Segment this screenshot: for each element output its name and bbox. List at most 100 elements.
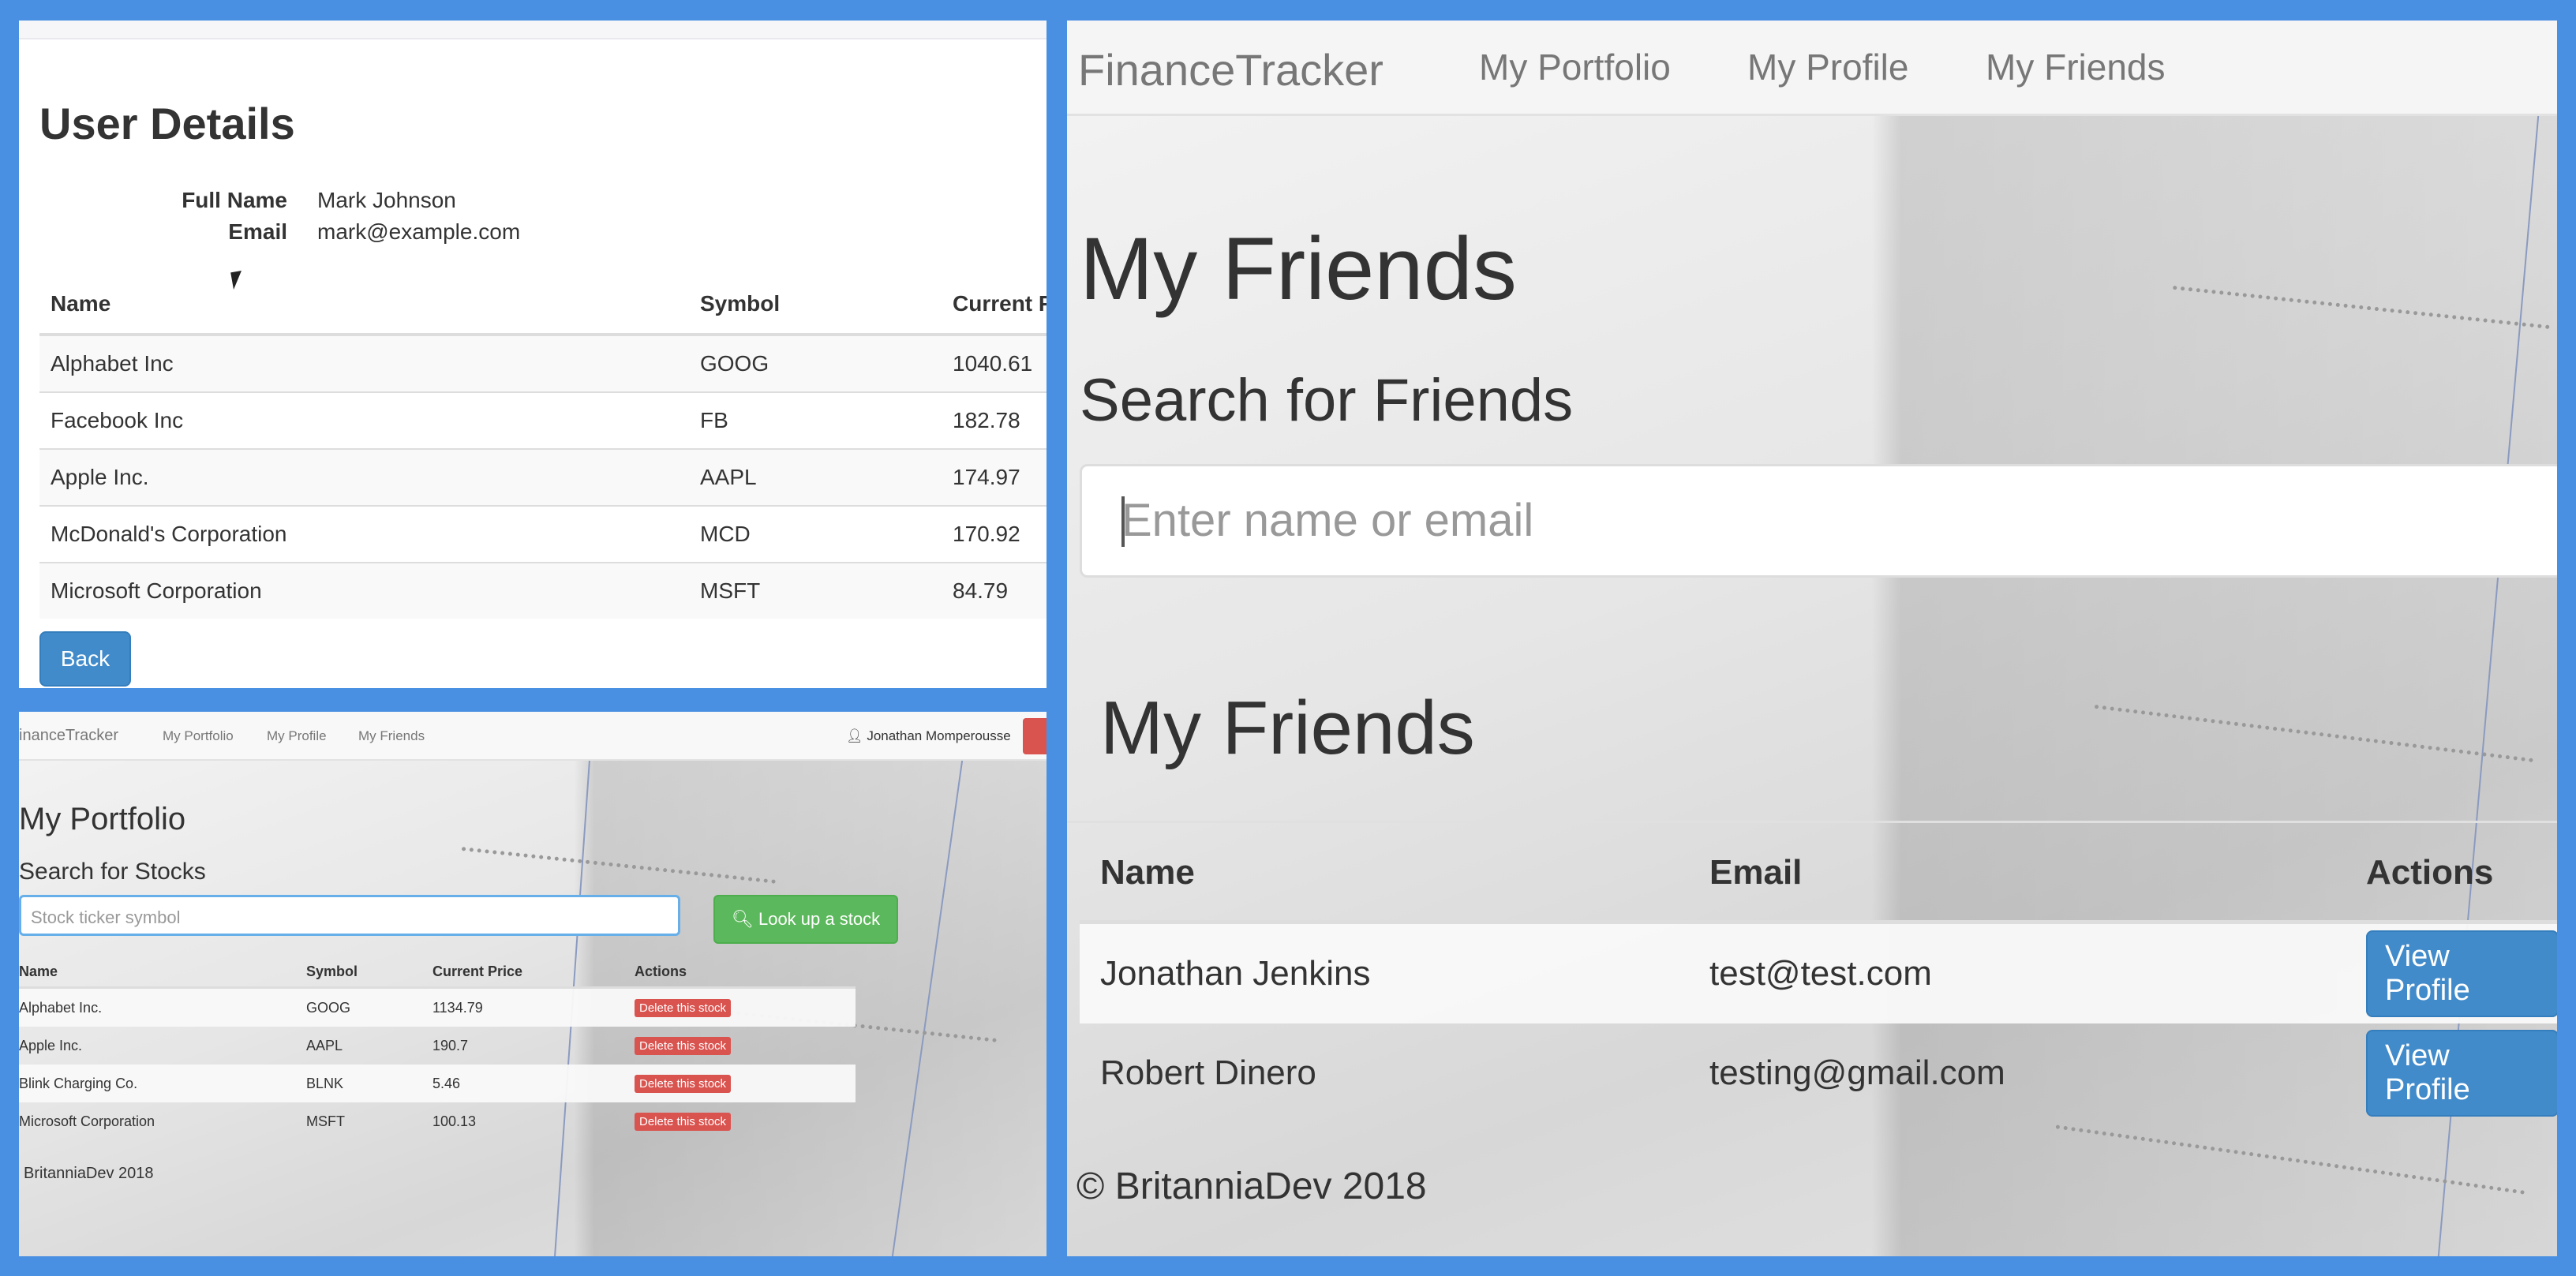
stock-symbol: AAPL	[689, 448, 942, 506]
table-row: Apple Inc. AAPL 174.97	[39, 448, 1046, 506]
friend-name: Robert Dinero	[1100, 1053, 1316, 1092]
email-label: Email	[228, 219, 287, 244]
stock-symbol: BLNK	[306, 1065, 432, 1102]
stock-name: Alphabet Inc.	[19, 987, 306, 1027]
friends-list-title: My Friends	[1100, 686, 1475, 770]
portfolio-panel: inanceTracker My Portfolio My Profile My…	[19, 712, 1046, 1256]
lookup-label: Look up a stock	[758, 909, 881, 929]
friends-panel: FinanceTracker My Portfolio My Profile M…	[1067, 21, 2557, 1256]
page-title: User Details	[39, 99, 295, 148]
table-row: Microsoft Corporation MSFT 84.79	[39, 562, 1046, 619]
paper-dots	[2173, 285, 2550, 330]
page-title: My Friends	[1080, 219, 1517, 318]
search-title: Search for Friends	[1080, 367, 1574, 434]
table-row: McDonald's Corporation MCD 170.92	[39, 505, 1046, 563]
paper-dots	[461, 847, 777, 884]
friend-email: testing@gmail.com	[1709, 1053, 2005, 1092]
stock-price: 170.92	[942, 505, 1046, 563]
top-divider	[19, 21, 1046, 39]
user-menu[interactable]: 👤︎ Jonathan Momperousse	[846, 728, 1011, 744]
table-row: Alphabet Inc. GOOG 1134.79 Delete this s…	[19, 987, 856, 1027]
stocks-table: Name Symbol Current P Alphabet Inc GOOG …	[39, 275, 1046, 619]
stock-search-input[interactable]: Stock ticker symbol	[19, 895, 680, 936]
full-name-label: Full Name	[182, 188, 287, 212]
friend-name: Jonathan Jenkins	[1080, 922, 1689, 1023]
view-profile-button[interactable]: View Profile	[2366, 930, 2557, 1017]
stock-name: McDonald's Corporation	[39, 505, 689, 563]
column-header-name: Name	[1080, 825, 1689, 924]
stock-name: Apple Inc.	[19, 1037, 83, 1053]
stock-price: 174.97	[942, 448, 1046, 506]
delete-stock-button[interactable]: Delete this stock	[635, 1036, 732, 1055]
table-row: Alphabet Inc GOOG 1040.61	[39, 334, 1046, 392]
table-header-row: Name Email Actions	[1080, 825, 2557, 924]
back-button[interactable]: Back	[39, 631, 131, 687]
stock-price: 5.46	[432, 1065, 635, 1102]
logout-button[interactable]	[1023, 718, 1046, 754]
stock-price: 1134.79	[432, 987, 635, 1027]
stock-name: Microsoft Corporation	[19, 1113, 155, 1129]
paper-dots	[2094, 704, 2534, 763]
user-name: Jonathan Momperousse	[867, 728, 1011, 743]
view-profile-button[interactable]: View Profile	[2366, 1030, 2557, 1117]
footer-text: BritanniaDev 2018	[24, 1165, 154, 1182]
brand-link[interactable]: inanceTracker	[19, 727, 118, 745]
column-header-actions: Actions	[635, 956, 856, 989]
delete-stock-button[interactable]: Delete this stock	[635, 998, 732, 1017]
column-header-symbol: Symbol	[689, 275, 942, 336]
lookup-button[interactable]: 🔍︎ Look up a stock	[713, 895, 898, 944]
stock-symbol: FB	[689, 391, 942, 449]
table-row: Robert Dinero testing@gmail.com View Pro…	[1080, 1023, 2557, 1123]
search-title: Search for Stocks	[19, 859, 206, 885]
stock-price: 84.79	[942, 562, 1046, 619]
column-header-price: Current P	[942, 275, 1046, 336]
navbar: inanceTracker My Portfolio My Profile My…	[19, 712, 1046, 761]
divider	[1067, 821, 2557, 823]
friend-email: test@test.com	[1689, 922, 2346, 1023]
navbar: FinanceTracker My Portfolio My Profile M…	[1067, 21, 2557, 116]
user-details-panel: User Details Full Name Mark Johnson Emai…	[19, 21, 1046, 688]
nav-link-friends[interactable]: My Friends	[1986, 46, 2165, 88]
column-header-symbol: Symbol	[306, 956, 432, 989]
email-value: mark@example.com	[317, 219, 521, 244]
column-header-actions: Actions	[2346, 825, 2557, 924]
full-name-value: Mark Johnson	[317, 188, 456, 212]
stock-name: Apple Inc.	[39, 448, 689, 506]
nav-link-portfolio[interactable]: My Portfolio	[1479, 46, 1671, 88]
friend-search-input[interactable]: Enter name or email	[1080, 464, 2557, 578]
table-header-row: Name Symbol Current P	[39, 275, 1046, 336]
stock-price: 182.78	[942, 391, 1046, 449]
paper-line	[891, 761, 964, 1256]
column-header-name: Name	[19, 956, 306, 989]
column-header-email: Email	[1689, 825, 2346, 924]
nav-link-friends[interactable]: My Friends	[358, 728, 425, 744]
stock-symbol: AAPL	[306, 1037, 343, 1053]
column-header-name: Name	[39, 275, 689, 336]
stock-symbol: MSFT	[689, 562, 942, 619]
stock-price: 190.7	[432, 1037, 469, 1053]
search-icon: 🔍︎	[731, 909, 754, 929]
nav-link-portfolio[interactable]: My Portfolio	[163, 728, 234, 744]
table-row: Microsoft Corporation MSFT 100.13 Delete…	[19, 1102, 856, 1140]
table-header-row: Name Symbol Current Price Actions	[19, 956, 856, 989]
brand-link[interactable]: FinanceTracker	[1078, 44, 1383, 95]
footer-text: © BritanniaDev 2018	[1076, 1166, 1427, 1207]
stock-symbol: GOOG	[306, 987, 432, 1027]
nav-link-profile[interactable]: My Profile	[1747, 46, 1908, 88]
stock-symbol: MCD	[689, 505, 942, 563]
stock-symbol: MSFT	[306, 1113, 345, 1129]
paper-dots	[2055, 1124, 2525, 1195]
stock-price: 1040.61	[942, 334, 1046, 392]
delete-stock-button[interactable]: Delete this stock	[635, 1074, 732, 1093]
delete-stock-button[interactable]: Delete this stock	[635, 1112, 732, 1131]
stock-name: Facebook Inc	[39, 391, 689, 449]
table-row: Apple Inc. AAPL 190.7 Delete this stock	[19, 1027, 856, 1065]
user-icon: 👤︎	[846, 728, 867, 743]
page-title: My Portfolio	[19, 802, 186, 836]
text-caret	[1121, 496, 1125, 547]
friends-table: Name Email Actions Jonathan Jenkins test…	[1080, 825, 2557, 1123]
column-header-price: Current Price	[432, 956, 635, 989]
nav-link-profile[interactable]: My Profile	[267, 728, 327, 744]
table-row: Facebook Inc FB 182.78	[39, 391, 1046, 449]
search-placeholder: Enter name or email	[1121, 495, 1534, 546]
